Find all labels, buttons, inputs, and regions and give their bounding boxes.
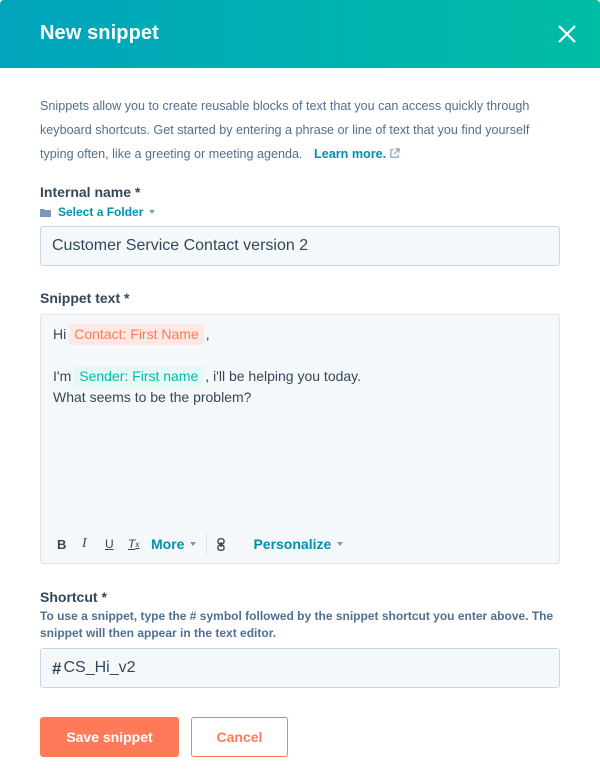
insert-link-button[interactable] xyxy=(217,537,237,551)
line-text: , xyxy=(205,326,210,342)
shortcut-input[interactable]: # CS_Hi_v2 xyxy=(40,648,560,688)
more-dropdown[interactable]: More xyxy=(151,536,197,552)
dialog-title: New snippet xyxy=(40,22,159,44)
sender-first-name-token[interactable]: Sender: First name xyxy=(74,366,204,387)
contact-first-name-token[interactable]: Contact: First Name xyxy=(69,324,204,345)
description: Snippets allow you to create reusable bl… xyxy=(40,94,565,166)
clear-format-icon: T xyxy=(128,537,136,551)
link-icon xyxy=(217,537,226,551)
chevron-down-icon xyxy=(149,210,156,214)
toolbar-divider xyxy=(206,533,208,555)
select-folder-dropdown[interactable]: Select a Folder xyxy=(40,205,156,219)
learn-more-label: Learn more. xyxy=(314,147,387,161)
shortcut-value: CS_Hi_v2 xyxy=(63,659,136,676)
chevron-down-icon xyxy=(190,542,197,546)
snippet-text-editor[interactable]: Hi Contact: First Name, I'm Sender: First … xyxy=(40,314,560,564)
italic-button[interactable]: I xyxy=(77,536,101,552)
chevron-down-icon xyxy=(337,542,344,546)
line-text: Hi xyxy=(53,326,67,342)
external-link-icon xyxy=(390,148,400,158)
close-x-icon xyxy=(558,25,576,43)
snippet-text-label: Snippet text * xyxy=(40,290,130,306)
cancel-button[interactable]: Cancel xyxy=(191,717,288,757)
learn-more-link[interactable]: Learn more. xyxy=(314,147,400,161)
line-text: I'm xyxy=(53,368,72,384)
underline-button[interactable]: U xyxy=(101,537,125,551)
description-text: Snippets allow you to create reusable bl… xyxy=(40,99,530,161)
more-label: More xyxy=(151,536,185,552)
personalize-dropdown[interactable]: Personalize xyxy=(253,536,344,552)
editor-line: Hi Contact: First Name, xyxy=(53,324,361,345)
clear-format-button[interactable]: Tx xyxy=(125,537,147,551)
save-snippet-button[interactable]: Save snippet xyxy=(40,717,179,757)
editor-line: I'm Sender: First name, i'll be helping y… xyxy=(53,366,361,387)
close-button[interactable] xyxy=(556,23,578,45)
hash-prefix: # xyxy=(52,659,62,678)
personalize-label: Personalize xyxy=(253,536,332,552)
dialog-header: New snippet xyxy=(0,0,600,68)
editor-content[interactable]: Hi Contact: First Name, I'm Sender: First … xyxy=(53,324,361,408)
shortcut-hint: To use a snippet, type the # symbol foll… xyxy=(40,609,554,640)
line-text: , i'll be helping you today. xyxy=(205,368,362,384)
internal-name-input[interactable]: Customer Service Contact version 2 xyxy=(40,226,560,266)
editor-line: What seems to be the problem? xyxy=(53,389,252,405)
clear-format-sub: x xyxy=(135,539,140,549)
select-folder-label: Select a Folder xyxy=(58,205,144,219)
shortcut-label: Shortcut * xyxy=(40,589,107,605)
folder-icon xyxy=(40,208,51,217)
bold-button[interactable]: B xyxy=(53,537,77,552)
editor-toolbar: B I U Tx More Personalize xyxy=(53,533,344,555)
internal-name-label: Internal name * xyxy=(40,184,141,200)
